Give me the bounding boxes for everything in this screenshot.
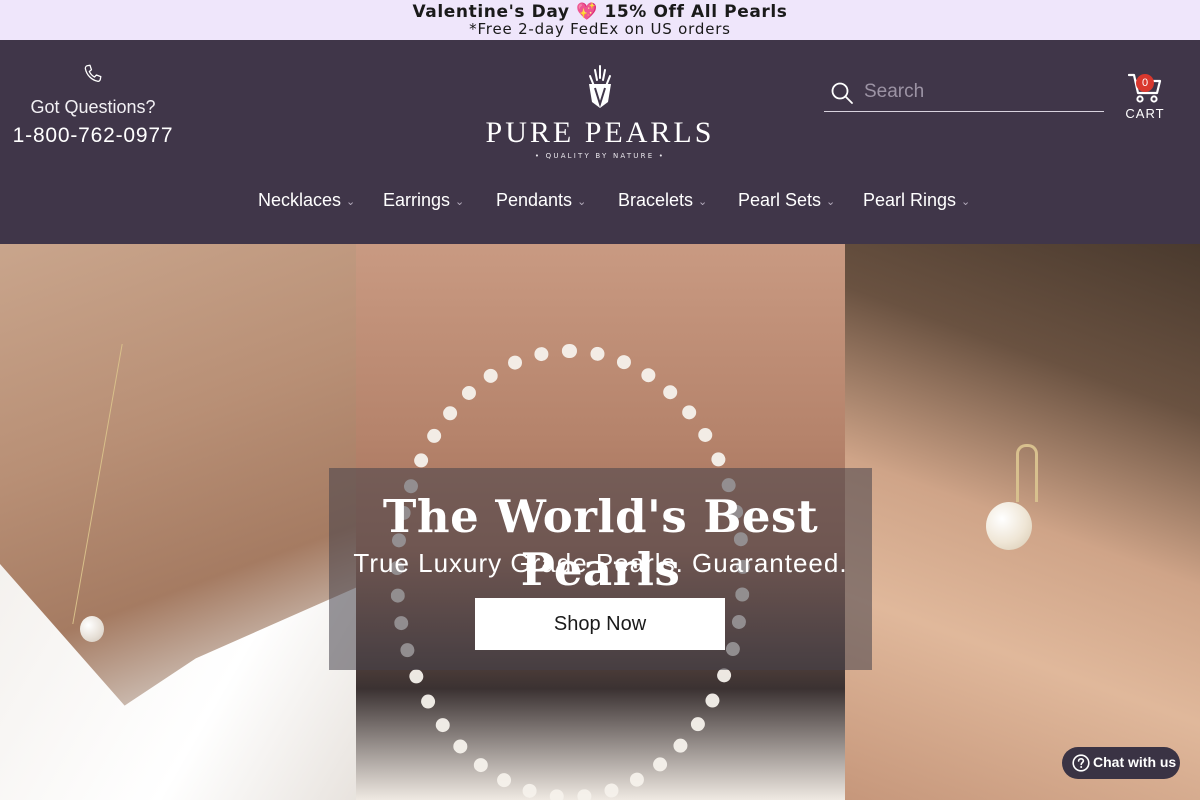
earring-pearl-decor (986, 502, 1032, 550)
earring-hook-decor (1016, 444, 1038, 502)
nav-item-label: Necklaces (258, 190, 342, 210)
search-icon[interactable] (830, 81, 854, 105)
nav-item-label: Pearl Rings (863, 190, 957, 210)
promo-bar: Valentine's Day 💖 15% Off All Pearls *Fr… (0, 0, 1200, 40)
site-logo[interactable]: PURE PEARLS • QUALITY BY NATURE • (474, 64, 726, 168)
promo-title: Valentine's Day (412, 2, 570, 22)
contact-phone[interactable]: 1-800-762-0977 (0, 124, 186, 148)
brand-tagline: • QUALITY BY NATURE • (534, 152, 666, 160)
nav-item-label: Pendants (496, 190, 573, 210)
cart-button[interactable]: 0 CART (1124, 72, 1166, 128)
site-header: Got Questions? 1-800-762-0977 PURE PEARL… (0, 40, 1200, 244)
pendant-pearl-decor (80, 616, 104, 642)
nav-item-pearl-sets[interactable]: Pearl Sets ⌄ (738, 190, 835, 211)
chat-label: Chat with us (1093, 754, 1177, 770)
chevron-down-icon: ⌄ (346, 195, 356, 208)
nav-item-earrings[interactable]: Earrings ⌄ (383, 190, 464, 211)
nav-item-label: Bracelets (618, 190, 694, 210)
hero-title: The World's Best Pearls (382, 490, 819, 596)
cart-count-badge: 0 (1136, 74, 1154, 92)
brand-name: PURE PEARLS (485, 116, 715, 149)
chevron-down-icon: ⌄ (577, 195, 587, 208)
main-nav: Necklaces ⌄ Earrings ⌄ Pendants ⌄ Bracelets… (0, 190, 1200, 216)
cart-label: CART (1125, 106, 1165, 121)
chevron-down-icon: ⌄ (698, 195, 708, 208)
nav-item-pearl-rings[interactable]: Pearl Rings ⌄ (863, 190, 970, 211)
nav-item-pendants[interactable]: Pendants ⌄ (496, 190, 586, 211)
search-bar (824, 74, 1104, 112)
hero-subtitle: True Luxury Grade Pearls. Guaranteed. (353, 548, 848, 578)
phone-icon (84, 64, 102, 82)
heart-icon: 💖 (576, 2, 598, 22)
chat-widget-button[interactable]: Chat with us (1062, 747, 1180, 779)
search-input[interactable] (864, 78, 1098, 106)
contact-question: Got Questions? (30, 97, 156, 117)
nav-item-label: Pearl Sets (738, 190, 822, 210)
shop-now-button[interactable]: Shop Now (475, 598, 725, 650)
promo-headline: Valentine's Day 💖 15% Off All Pearls (0, 2, 1200, 22)
chevron-down-icon: ⌄ (961, 195, 971, 208)
hero-banner: The World's Best Pearls True Luxury Grad… (0, 244, 1200, 800)
contact-block[interactable]: Got Questions? 1-800-762-0977 (0, 62, 186, 148)
nav-item-label: Earrings (383, 190, 451, 210)
chevron-down-icon: ⌄ (455, 195, 465, 208)
chevron-down-icon: ⌄ (826, 195, 836, 208)
nav-item-bracelets[interactable]: Bracelets ⌄ (618, 190, 707, 211)
nav-item-necklaces[interactable]: Necklaces ⌄ (258, 190, 355, 211)
hero-overlay: The World's Best Pearls True Luxury Grad… (329, 468, 872, 670)
logo-emblem-icon (589, 65, 611, 108)
promo-shipping: *Free 2-day FedEx on US orders (469, 20, 731, 38)
help-icon (1072, 754, 1090, 772)
promo-offer: 15% Off All Pearls (604, 2, 788, 22)
